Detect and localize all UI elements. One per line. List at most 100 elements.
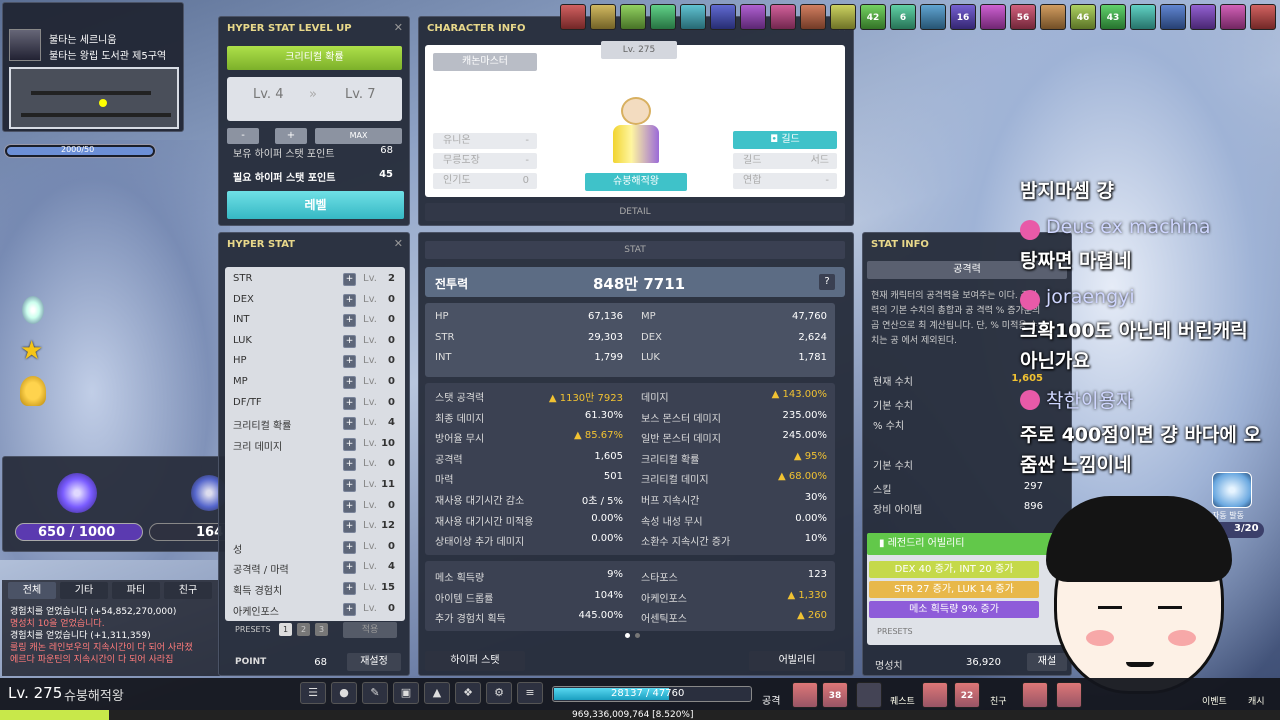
apply-button[interactable]: 적용	[343, 622, 397, 638]
skill-slot[interactable]	[792, 682, 818, 708]
plus-icon[interactable]: +	[343, 417, 356, 431]
stat-name: 아케인포스	[233, 606, 279, 618]
plus-icon[interactable]: +	[343, 540, 356, 554]
buff-icon[interactable]	[830, 4, 856, 30]
lightbulb-icon[interactable]	[22, 296, 44, 324]
menu-button-icon[interactable]: ●	[331, 682, 357, 704]
cash-label[interactable]: 캐시	[1248, 694, 1265, 707]
buff-icon[interactable]	[1130, 4, 1156, 30]
skill-slot[interactable]	[922, 682, 948, 708]
buff-icon[interactable]: 56	[1010, 4, 1036, 30]
buff-icon[interactable]	[650, 4, 676, 30]
stat-right-value: 123	[807, 569, 827, 580]
guild-button[interactable]: ◘ 길드	[733, 131, 837, 149]
star-icon[interactable]: ★	[20, 336, 43, 366]
buff-icon[interactable]	[1220, 4, 1246, 30]
plus-icon[interactable]: +	[343, 355, 356, 369]
levelup-button[interactable]: 레벨	[227, 191, 404, 219]
hyper-stat-row: 아케인포스 + Lv. 0	[225, 601, 405, 619]
buff-icon[interactable]	[1250, 4, 1276, 30]
chat-tab[interactable]: 전체	[8, 582, 56, 599]
menu-button-icon[interactable]: ☰	[300, 682, 326, 704]
buff-icon[interactable]	[710, 4, 736, 30]
buff-icon[interactable]: 43	[1100, 4, 1126, 30]
chat-message: 밤지마셈 걍	[1020, 180, 1115, 202]
plus-icon[interactable]: +	[343, 582, 356, 595]
plus-icon[interactable]: +	[343, 376, 356, 389]
plus-icon[interactable]: +	[343, 458, 356, 472]
quest-label[interactable]: 퀘스트	[890, 694, 915, 707]
buff-icon[interactable]	[590, 4, 616, 30]
stat-left-label: INT	[435, 352, 452, 364]
chat-tab[interactable]: 기타	[60, 582, 108, 599]
buff-icon[interactable]	[920, 4, 946, 30]
buff-icon[interactable]: 6	[890, 4, 916, 30]
plus-icon[interactable]: +	[343, 314, 356, 328]
menu-button-icon[interactable]: ▣	[393, 682, 419, 704]
buff-icon[interactable]	[620, 4, 646, 30]
buff-icon[interactable]	[1190, 4, 1216, 30]
reset-button[interactable]: 재설정	[347, 653, 401, 671]
ability-line: STR 27 증가, LUK 14 증가	[869, 581, 1039, 598]
buff-icon[interactable]: 16	[950, 4, 976, 30]
minimap-view[interactable]	[9, 67, 179, 129]
friend-label[interactable]: 친구	[990, 694, 1007, 707]
buff-icon[interactable]	[1040, 4, 1066, 30]
preset-button[interactable]: 1	[279, 623, 292, 636]
plus-icon[interactable]: +	[343, 520, 356, 534]
buff-icon[interactable]: 46	[1070, 4, 1096, 30]
lv-prefix: Lv.	[363, 499, 377, 511]
map-exp-bar: 2000/50	[4, 144, 156, 158]
buff-icon[interactable]: 42	[860, 4, 886, 30]
plus-icon[interactable]: +	[343, 293, 356, 307]
buff-icon[interactable]	[770, 4, 796, 30]
plus-button[interactable]: +	[275, 128, 307, 144]
close-icon[interactable]: ✕	[394, 21, 403, 34]
plus-icon[interactable]: +	[343, 561, 356, 575]
skill-slot[interactable]	[856, 682, 882, 708]
detail-button[interactable]: DETAIL	[425, 203, 845, 221]
plus-icon[interactable]: +	[343, 396, 356, 410]
menu-button-icon[interactable]: ❖	[455, 682, 481, 704]
buff-icon[interactable]	[800, 4, 826, 30]
minimap[interactable]: 불타는 세르니움 불타는 왕립 도서관 제5구역	[2, 2, 184, 132]
plus-icon[interactable]: +	[343, 273, 356, 286]
plus-icon[interactable]: +	[343, 437, 356, 451]
help-button[interactable]: ?	[819, 274, 835, 290]
menu-button-icon[interactable]: ▲	[424, 682, 450, 704]
max-button[interactable]: MAX	[315, 128, 402, 144]
preset-button[interactable]: 2	[297, 623, 310, 636]
plus-icon[interactable]: +	[343, 334, 356, 348]
buff-icon[interactable]	[980, 4, 1006, 30]
preset-button[interactable]: 3	[315, 623, 328, 636]
close-icon[interactable]: ✕	[394, 237, 403, 250]
plus-icon[interactable]: +	[343, 499, 356, 513]
minus-button[interactable]: -	[227, 128, 259, 144]
menu-button-icon[interactable]: ≡	[517, 682, 543, 704]
hyper-stat-row: 크리티컬 확률 + Lv. 4	[225, 415, 405, 433]
plus-icon[interactable]: +	[343, 602, 356, 616]
event-label[interactable]: 이벤트	[1202, 694, 1227, 707]
chat-tab[interactable]: 친구	[164, 582, 212, 599]
stat-level: 0	[388, 602, 395, 614]
hyper-stat-button[interactable]: 하이퍼 스탯	[425, 651, 525, 671]
skill-slot[interactable]: 22	[954, 682, 980, 708]
plus-icon[interactable]: +	[343, 479, 356, 492]
buff-icon[interactable]	[1160, 4, 1186, 30]
stat-left-value: ▲ 1130만 7923	[548, 393, 623, 404]
chat-log[interactable]: 전체 기타 파티 친구 경험치를 얻었습니다 (+54,852,270,000) 명성치…	[2, 580, 220, 676]
skill-slot[interactable]: 38	[822, 682, 848, 708]
stat-right-value: ▲ 68.00%	[778, 471, 827, 483]
skill-slot[interactable]	[1022, 682, 1048, 708]
bell-icon[interactable]	[20, 376, 46, 406]
menu-button-icon[interactable]: ✎	[362, 682, 388, 704]
menu-button-icon[interactable]: ⚙	[486, 682, 512, 704]
stat-info-label: 장비 아이템	[873, 505, 923, 516]
buff-icon[interactable]	[560, 4, 586, 30]
stat-left-label: 스탯 공격력	[435, 393, 485, 404]
ability-button[interactable]: 어빌리티	[749, 651, 845, 671]
chat-tab[interactable]: 파티	[112, 582, 160, 599]
buff-icon[interactable]	[680, 4, 706, 30]
skill-slot[interactable]	[1056, 682, 1082, 708]
buff-icon[interactable]	[740, 4, 766, 30]
